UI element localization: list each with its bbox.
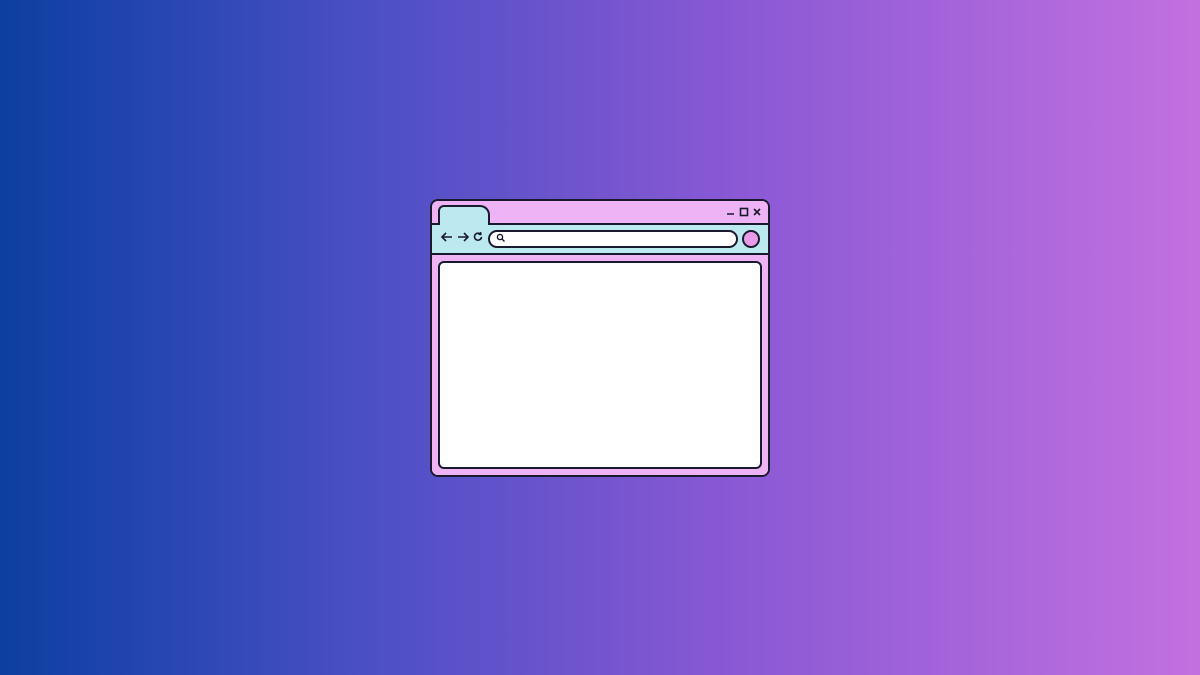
maximize-icon[interactable]	[739, 207, 749, 217]
browser-tab[interactable]	[438, 205, 490, 225]
forward-icon[interactable]	[456, 230, 470, 248]
minimize-icon[interactable]	[726, 207, 736, 217]
content-area	[432, 255, 768, 475]
page-content	[438, 261, 762, 469]
reload-icon[interactable]	[472, 230, 484, 248]
search-icon	[496, 230, 506, 248]
profile-button[interactable]	[742, 230, 760, 248]
browser-window	[430, 199, 770, 477]
toolbar	[432, 223, 768, 255]
window-controls	[726, 207, 762, 217]
close-icon[interactable]	[752, 207, 762, 217]
back-icon[interactable]	[440, 230, 454, 248]
nav-buttons	[440, 230, 484, 248]
address-bar[interactable]	[488, 230, 738, 248]
title-bar	[432, 201, 768, 223]
